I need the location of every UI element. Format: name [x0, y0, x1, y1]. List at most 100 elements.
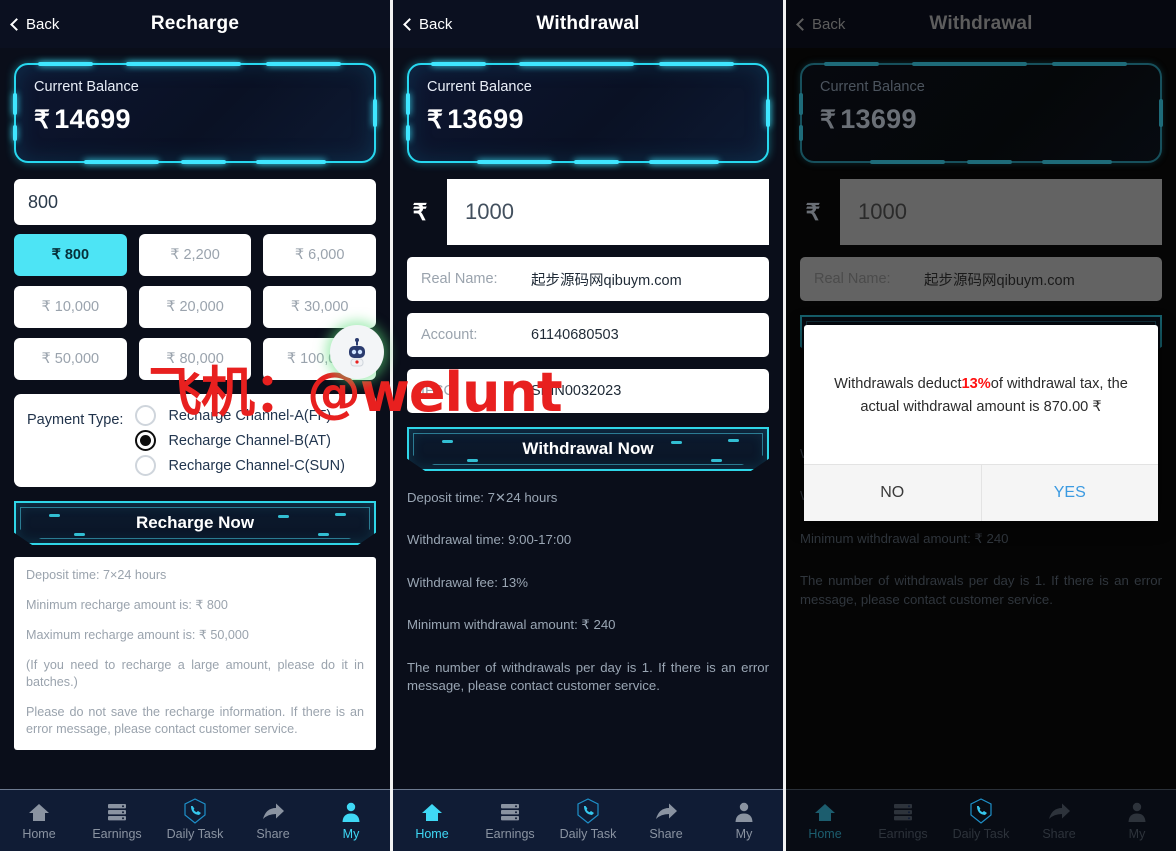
- amount-chip[interactable]: ₹ 30,000: [263, 286, 376, 328]
- chat-bot-icon[interactable]: [330, 325, 384, 379]
- amount-chip[interactable]: ₹ 20,000: [138, 286, 252, 328]
- note-line: The number of withdrawals per day is 1. …: [407, 659, 769, 694]
- button-glow-dot: [335, 513, 346, 516]
- field-value: 61140680503: [531, 327, 619, 343]
- back-button[interactable]: Back: [10, 15, 60, 33]
- withdrawal-amount-row: ₹ 1000: [407, 179, 769, 245]
- withdrawal-confirm-dialog: Withdrawals deduct13%of withdrawal tax, …: [804, 325, 1159, 522]
- card-edge-segment: [574, 160, 619, 164]
- daily-task-icon: [183, 798, 207, 824]
- withdrawal-field[interactable]: Account: 61140680503: [407, 313, 769, 357]
- nav-item-daily-task[interactable]: Daily Task: [549, 798, 627, 841]
- card-edge-segment: [266, 62, 341, 66]
- card-edge-segment: [406, 125, 410, 141]
- amount-chip[interactable]: ₹ 800: [14, 234, 127, 276]
- bottom-nav: Home Earnings Daily Task Share My: [786, 789, 1176, 851]
- card-edge-segment: [799, 125, 803, 141]
- radio-icon[interactable]: [135, 455, 157, 476]
- note-line: Withdrawal time: 9:00-17:00: [407, 532, 572, 548]
- withdrawal-amount-value: 1000: [858, 199, 907, 224]
- rupee-symbol: ₹: [412, 198, 428, 225]
- radio-icon[interactable]: [135, 430, 157, 451]
- nav-item-earnings[interactable]: Earnings: [78, 800, 156, 841]
- nav-item-my[interactable]: My: [312, 800, 390, 841]
- my-icon: [732, 800, 756, 824]
- nav-item-earnings[interactable]: Earnings: [864, 800, 942, 841]
- nav-item-label: Earnings: [485, 827, 535, 841]
- nav-item-label: Share: [1042, 827, 1076, 841]
- button-glow-dot: [278, 515, 289, 518]
- screenshot-stage: Back Recharge Current Balance ₹14699 800: [0, 0, 1176, 851]
- payment-type-option[interactable]: Recharge Channel-C(SUN): [135, 455, 363, 476]
- recharge-now-button[interactable]: Recharge Now: [14, 501, 376, 545]
- note-line: Maximum recharge amount is: ₹ 50,000: [26, 628, 249, 642]
- balance-card: Current Balance ₹13699: [799, 62, 1163, 164]
- nav-item-home[interactable]: Home: [0, 800, 78, 841]
- back-label: Back: [26, 15, 60, 33]
- rupee-symbol: ₹: [427, 106, 444, 134]
- nav-item-share[interactable]: Share: [627, 800, 705, 841]
- nav-item-my[interactable]: My: [705, 800, 783, 841]
- field-label: Real Name:: [814, 271, 891, 287]
- dialog-no-button[interactable]: NO: [804, 465, 981, 521]
- nav-item-label: Home: [808, 827, 842, 841]
- nav-item-daily-task[interactable]: Daily Task: [156, 798, 234, 841]
- withdrawal-field[interactable]: Real Name: 起步源码网qibuym.com: [407, 257, 769, 301]
- amount-chip[interactable]: ₹ 2,200: [138, 234, 252, 276]
- button-glow-dot: [318, 533, 329, 536]
- withdrawal-amount-input[interactable]: 1000: [447, 179, 769, 245]
- nav-item-daily-task[interactable]: Daily Task: [942, 798, 1020, 841]
- recharge-amount-input[interactable]: 800: [14, 179, 376, 225]
- dialog-tax-highlight: 13%: [961, 376, 991, 392]
- recharge-notes: Deposit time: 7×24 hours Minimum recharge…: [14, 557, 376, 750]
- field-value: 起步源码网qibuym.com: [924, 272, 1075, 289]
- payment-type-option[interactable]: Recharge Channel-B(AT): [135, 430, 363, 451]
- nav-item-earnings[interactable]: Earnings: [471, 800, 549, 841]
- button-glow-dot: [711, 459, 722, 462]
- nav-item-share[interactable]: Share: [234, 800, 312, 841]
- my-icon: [1125, 800, 1149, 824]
- withdrawal-header: Back Withdrawal: [786, 0, 1176, 48]
- chevron-left-icon: [403, 17, 416, 31]
- withdrawal-now-button[interactable]: Withdrawal Now: [407, 427, 769, 471]
- balance-label: Current Balance: [34, 79, 139, 95]
- amount-chip[interactable]: ₹ 50,000: [14, 338, 127, 380]
- earnings-icon: [105, 800, 129, 824]
- rupee-symbol: ₹: [820, 106, 837, 134]
- withdrawal-amount-row: ₹ 1000: [800, 179, 1162, 245]
- back-button[interactable]: Back: [403, 15, 453, 33]
- nav-item-home[interactable]: Home: [786, 800, 864, 841]
- nav-item-share[interactable]: Share: [1020, 800, 1098, 841]
- card-edge-segment: [912, 62, 1027, 66]
- recharge-header: Back Recharge: [0, 0, 390, 48]
- withdrawal-header: Back Withdrawal: [393, 0, 783, 48]
- withdrawal-fields: Real Name: 起步源码网qibuym.com: [786, 257, 1176, 301]
- dialog-actions: NO YES: [804, 464, 1159, 522]
- payment-type-options: Recharge Channel-A(FF) Recharge Channel-B…: [135, 405, 363, 476]
- withdrawal-field[interactable]: Real Name: 起步源码网qibuym.com: [800, 257, 1162, 301]
- amount-chip[interactable]: ₹ 6,000: [263, 234, 376, 276]
- withdrawal-now-label: Withdrawal Now: [522, 439, 654, 458]
- button-glow-dot: [467, 459, 478, 462]
- payment-type-option[interactable]: Recharge Channel-A(FF): [135, 405, 363, 426]
- balance-label: Current Balance: [427, 79, 532, 95]
- nav-item-my[interactable]: My: [1098, 800, 1176, 841]
- button-glow-dot: [671, 441, 682, 444]
- payment-type-group: Payment Type: Recharge Channel-A(FF) Rech…: [14, 394, 376, 487]
- payment-type-option-label: Recharge Channel-C(SUN): [168, 457, 345, 474]
- note-line: Minimum withdrawal amount: ₹ 240: [407, 617, 616, 633]
- recharge-amount-chips: ₹ 800 ₹ 2,200 ₹ 6,000 ₹ 10,000 ₹ 20,000 ₹ 30,…: [14, 234, 376, 380]
- radio-icon[interactable]: [135, 405, 157, 426]
- back-button[interactable]: Back: [796, 16, 845, 33]
- amount-chip[interactable]: ₹ 10,000: [14, 286, 127, 328]
- dialog-yes-button[interactable]: YES: [980, 465, 1159, 522]
- note-line: Deposit time: 7✕24 hours: [407, 490, 558, 505]
- amount-chip[interactable]: ₹ 80,000: [138, 338, 252, 380]
- withdrawal-field[interactable]: IFSC: SBIN0032023: [407, 369, 769, 413]
- card-edge-segment: [373, 99, 377, 127]
- note-line: (If you need to recharge a large amount,…: [26, 658, 364, 689]
- card-edge-segment: [256, 160, 326, 164]
- nav-item-home[interactable]: Home: [393, 800, 471, 841]
- back-label: Back: [419, 15, 453, 33]
- card-edge-segment: [13, 93, 17, 115]
